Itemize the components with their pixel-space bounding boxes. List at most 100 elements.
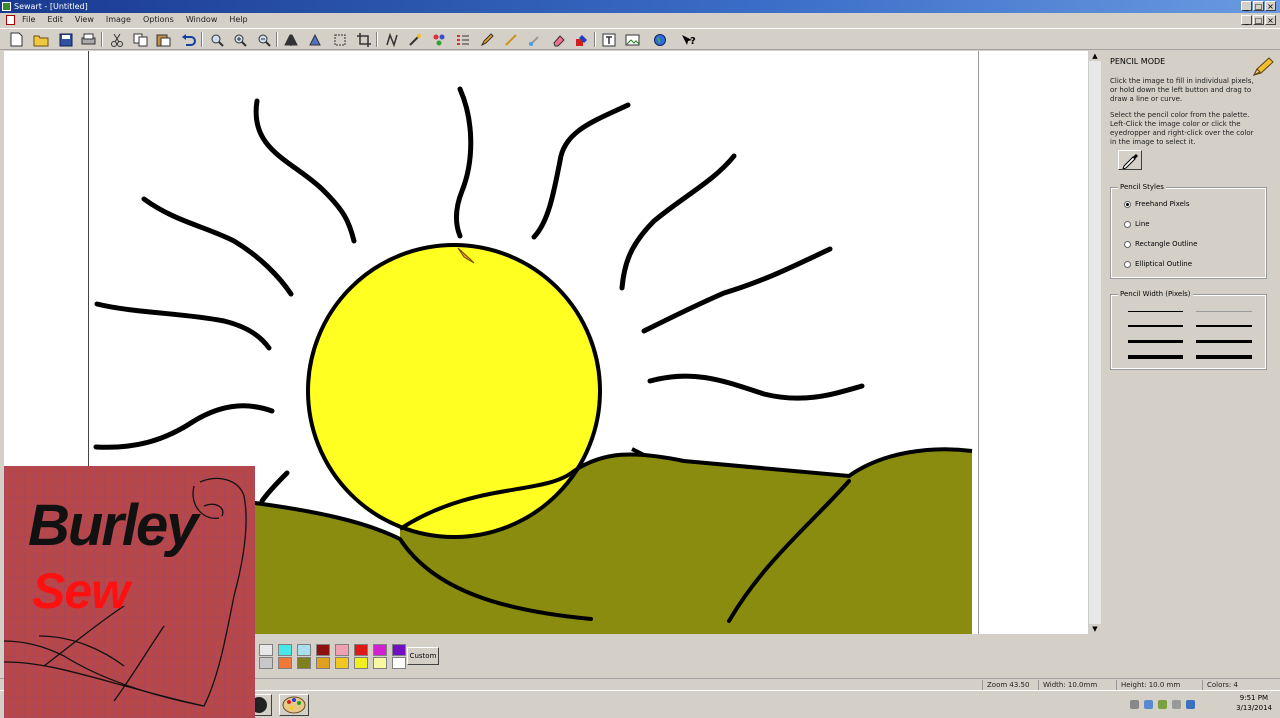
- help-icon[interactable]: ?: [679, 31, 696, 48]
- pencil-mode-icon: [1252, 57, 1274, 77]
- taskbar-sewart-button[interactable]: [279, 694, 309, 716]
- menu-edit[interactable]: Edit: [47, 13, 63, 27]
- menu-image[interactable]: Image: [106, 13, 131, 27]
- text-icon[interactable]: [600, 31, 617, 48]
- open-icon[interactable]: [32, 31, 49, 48]
- cut-icon[interactable]: [108, 31, 125, 48]
- crop-icon[interactable]: [355, 31, 372, 48]
- tray-arrow-icon[interactable]: [1130, 700, 1139, 709]
- list-icon[interactable]: [454, 31, 471, 48]
- palette-swatch[interactable]: [316, 644, 330, 656]
- style-option-ellipse[interactable]: Elliptical Outline: [1124, 260, 1192, 268]
- print-icon[interactable]: [80, 31, 97, 48]
- brush-icon[interactable]: [526, 31, 543, 48]
- palette-swatch[interactable]: [297, 657, 311, 669]
- rotate-icon[interactable]: [307, 31, 324, 48]
- sun-ray: [641, 246, 833, 334]
- palette-swatch[interactable]: [278, 644, 292, 656]
- zoom-in-icon[interactable]: [231, 31, 248, 48]
- stitch-icon[interactable]: [383, 31, 400, 48]
- save-icon[interactable]: [57, 31, 74, 48]
- zoom-out-icon[interactable]: [255, 31, 272, 48]
- menu-view[interactable]: View: [75, 13, 94, 27]
- radio-rectangle[interactable]: [1124, 240, 1131, 248]
- palette-swatch[interactable]: [297, 644, 311, 656]
- doc-minimize-button[interactable]: _: [1241, 15, 1252, 25]
- palette-swatch[interactable]: [392, 657, 406, 669]
- clock-time[interactable]: 9:51 PM: [1240, 694, 1268, 702]
- width-option-3[interactable]: [1128, 325, 1183, 327]
- radio-ellipse[interactable]: [1124, 260, 1131, 268]
- width-option-4[interactable]: [1196, 325, 1252, 327]
- scroll-down-icon[interactable]: ▼: [1089, 624, 1101, 634]
- line-tool-icon[interactable]: [502, 31, 519, 48]
- width-option-1[interactable]: [1128, 311, 1183, 312]
- pencil-tool-icon[interactable]: [478, 31, 495, 48]
- palette-swatch[interactable]: [278, 657, 292, 669]
- paste-icon[interactable]: [155, 31, 172, 48]
- radio-line[interactable]: [1124, 220, 1131, 228]
- palette-swatch[interactable]: [373, 644, 387, 656]
- select-icon[interactable]: [331, 31, 348, 48]
- sun-ray: [619, 153, 737, 291]
- flip-icon[interactable]: [283, 31, 300, 48]
- fill-icon[interactable]: [573, 31, 590, 48]
- copy-icon[interactable]: [132, 31, 149, 48]
- palette-swatch[interactable]: [259, 657, 273, 669]
- palette-swatch[interactable]: [259, 644, 273, 656]
- system-tray: 9:51 PM 3/13/2014: [1100, 693, 1276, 715]
- close-button[interactable]: ×: [1265, 1, 1276, 11]
- palette-swatch[interactable]: [335, 644, 349, 656]
- page-right-edge: [978, 51, 979, 634]
- pencil-styles-group: Pencil Styles Freehand Pixels Line Recta…: [1110, 183, 1267, 279]
- scroll-up-icon[interactable]: ▲: [1089, 51, 1101, 61]
- pencil-width-legend: Pencil Width (Pixels): [1118, 290, 1193, 298]
- width-option-2[interactable]: [1196, 311, 1252, 312]
- clock-date[interactable]: 3/13/2014: [1236, 704, 1272, 712]
- menu-file[interactable]: File: [22, 13, 35, 27]
- globe-icon[interactable]: [651, 31, 668, 48]
- mode-title: PENCIL MODE: [1110, 57, 1166, 66]
- doc-close-button[interactable]: ×: [1265, 15, 1276, 25]
- vertical-scrollbar[interactable]: ▲ ▼: [1088, 51, 1101, 634]
- eyedropper-button[interactable]: [1118, 150, 1142, 170]
- width-option-7[interactable]: [1128, 355, 1183, 359]
- palette-swatch[interactable]: [392, 644, 406, 656]
- tray-volume-icon[interactable]: [1158, 700, 1167, 709]
- image-icon[interactable]: [624, 31, 641, 48]
- palette-swatch[interactable]: [354, 657, 368, 669]
- logo-word-burley: Burley: [28, 493, 199, 558]
- eyedropper-icon: [1122, 154, 1138, 170]
- sun-ray: [531, 102, 631, 240]
- eraser-icon[interactable]: [550, 31, 567, 48]
- palette-swatch[interactable]: [316, 657, 330, 669]
- new-icon[interactable]: [8, 31, 25, 48]
- style-option-rectangle[interactable]: Rectangle Outline: [1124, 240, 1197, 248]
- menu-help[interactable]: Help: [229, 13, 247, 27]
- doc-restore-button[interactable]: □: [1253, 15, 1264, 25]
- custom-color-button[interactable]: Custom: [407, 647, 439, 665]
- style-option-freehand[interactable]: Freehand Pixels: [1124, 200, 1190, 208]
- palette-swatch[interactable]: [354, 644, 368, 656]
- tray-flag-icon[interactable]: [1172, 700, 1181, 709]
- magic-wand-icon[interactable]: [406, 31, 423, 48]
- zoom-icon[interactable]: [208, 31, 225, 48]
- tray-power-icon[interactable]: [1186, 700, 1195, 709]
- style-label: Elliptical Outline: [1135, 260, 1193, 268]
- palette-swatch[interactable]: [335, 657, 349, 669]
- menu-window[interactable]: Window: [186, 13, 218, 27]
- width-option-6[interactable]: [1196, 340, 1252, 343]
- palette-swatch[interactable]: [373, 657, 387, 669]
- minimize-button[interactable]: _: [1241, 1, 1252, 11]
- status-width: Width: 10.0mm: [1038, 680, 1114, 690]
- width-option-5[interactable]: [1128, 340, 1183, 343]
- undo-icon[interactable]: [180, 31, 197, 48]
- menu-options[interactable]: Options: [143, 13, 174, 27]
- radio-freehand[interactable]: [1124, 200, 1131, 208]
- tray-network-icon[interactable]: [1144, 700, 1153, 709]
- style-label: Rectangle Outline: [1135, 240, 1198, 248]
- maximize-button[interactable]: □: [1253, 1, 1264, 11]
- width-option-8[interactable]: [1196, 355, 1252, 359]
- style-option-line[interactable]: Line: [1124, 220, 1150, 228]
- palette-icon[interactable]: [430, 31, 447, 48]
